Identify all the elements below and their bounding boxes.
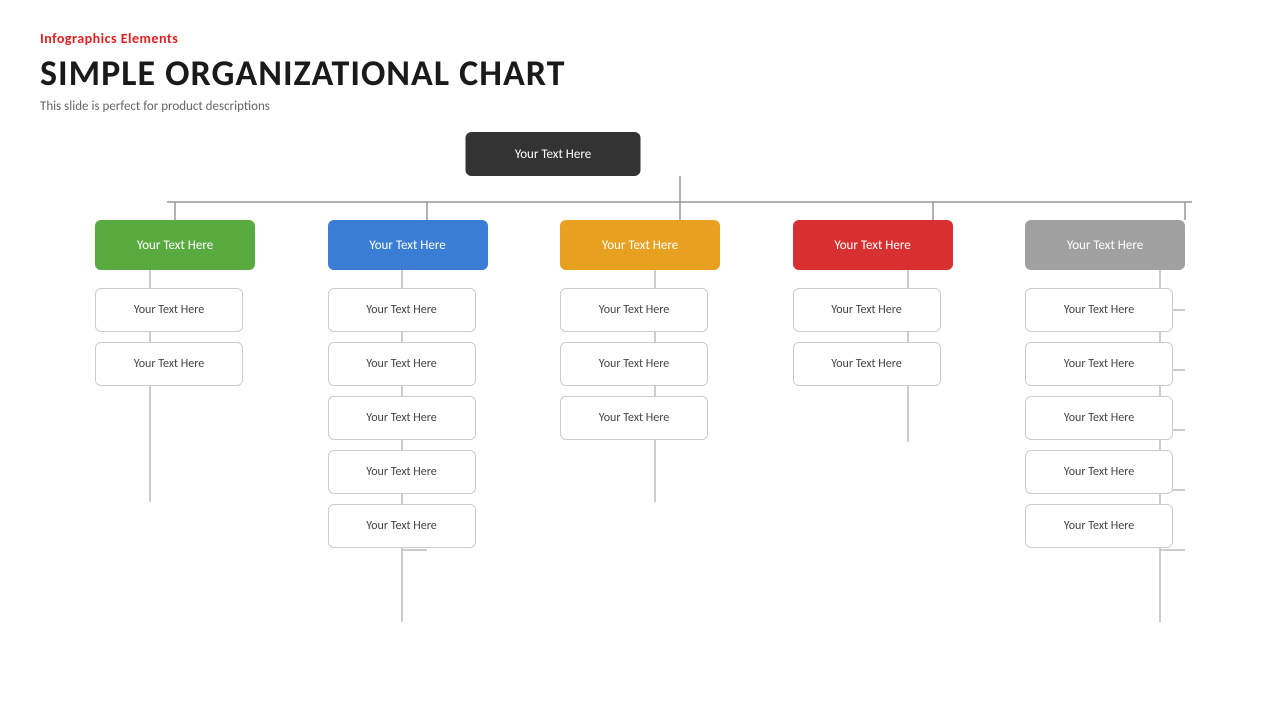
chart-area: Your Text Here Your Text Here Your Text … <box>40 132 1240 692</box>
child-label-5-1: Your Text Here <box>1064 303 1134 317</box>
child-label-4-1: Your Text Here <box>831 303 901 317</box>
child-label-5-5: Your Text Here <box>1064 519 1134 533</box>
child-label-5-2: Your Text Here <box>1064 357 1134 371</box>
header: Infographics Elements SIMPLE ORGANIZATIO… <box>40 30 1240 114</box>
root-label: Your Text Here <box>515 147 591 162</box>
level2-node-3[interactable]: Your Text Here <box>560 220 720 270</box>
child-label-2-4: Your Text Here <box>366 465 436 479</box>
level2-label-3: Your Text Here <box>602 238 678 253</box>
subtitle: Infographics Elements <box>40 30 1240 47</box>
level2-node-5[interactable]: Your Text Here <box>1025 220 1185 270</box>
description: This slide is perfect for product descri… <box>40 99 1240 114</box>
column-1: Your Text Here Your Text Here <box>95 288 255 548</box>
child-2-3[interactable]: Your Text Here <box>328 396 476 440</box>
level2-node-1[interactable]: Your Text Here <box>95 220 255 270</box>
main-title: SIMPLE ORGANIZATIONAL CHART <box>40 51 1240 95</box>
child-4-1[interactable]: Your Text Here <box>793 288 941 332</box>
child-3-3[interactable]: Your Text Here <box>560 396 708 440</box>
level2-label-1: Your Text Here <box>137 238 213 253</box>
child-label-2-3: Your Text Here <box>366 411 436 425</box>
child-label-5-3: Your Text Here <box>1064 411 1134 425</box>
child-label-3-3: Your Text Here <box>599 411 669 425</box>
child-label-4-2: Your Text Here <box>831 357 901 371</box>
child-1-2[interactable]: Your Text Here <box>95 342 243 386</box>
child-5-2[interactable]: Your Text Here <box>1025 342 1173 386</box>
child-3-2[interactable]: Your Text Here <box>560 342 708 386</box>
child-4-2[interactable]: Your Text Here <box>793 342 941 386</box>
child-5-4[interactable]: Your Text Here <box>1025 450 1173 494</box>
level2-row: Your Text Here Your Text Here Your Text … <box>40 220 1240 270</box>
page: Infographics Elements SIMPLE ORGANIZATIO… <box>0 0 1280 720</box>
child-label-3-2: Your Text Here <box>599 357 669 371</box>
child-5-1[interactable]: Your Text Here <box>1025 288 1173 332</box>
level2-node-2[interactable]: Your Text Here <box>328 220 488 270</box>
child-label-2-2: Your Text Here <box>366 357 436 371</box>
child-2-4[interactable]: Your Text Here <box>328 450 476 494</box>
level2-node-4[interactable]: Your Text Here <box>793 220 953 270</box>
child-3-1[interactable]: Your Text Here <box>560 288 708 332</box>
child-label-2-5: Your Text Here <box>366 519 436 533</box>
level2-label-2: Your Text Here <box>369 238 445 253</box>
child-2-5[interactable]: Your Text Here <box>328 504 476 548</box>
child-label-3-1: Your Text Here <box>599 303 669 317</box>
column-5: Your Text Here Your Text Here Your Text … <box>1025 288 1185 548</box>
child-label-1-2: Your Text Here <box>134 357 204 371</box>
child-5-3[interactable]: Your Text Here <box>1025 396 1173 440</box>
child-2-2[interactable]: Your Text Here <box>328 342 476 386</box>
level2-label-4: Your Text Here <box>834 238 910 253</box>
level2-label-5: Your Text Here <box>1067 238 1143 253</box>
column-2: Your Text Here Your Text Here Your Text … <box>328 288 488 548</box>
child-5-5[interactable]: Your Text Here <box>1025 504 1173 548</box>
root-node[interactable]: Your Text Here <box>466 132 641 176</box>
child-1-1[interactable]: Your Text Here <box>95 288 243 332</box>
child-label-2-1: Your Text Here <box>366 303 436 317</box>
child-2-1[interactable]: Your Text Here <box>328 288 476 332</box>
column-3: Your Text Here Your Text Here Your Text … <box>560 288 720 548</box>
child-label-5-4: Your Text Here <box>1064 465 1134 479</box>
column-4: Your Text Here Your Text Here <box>793 288 953 548</box>
child-label-1-1: Your Text Here <box>134 303 204 317</box>
columns-row: Your Text Here Your Text Here Your Text … <box>40 288 1240 548</box>
